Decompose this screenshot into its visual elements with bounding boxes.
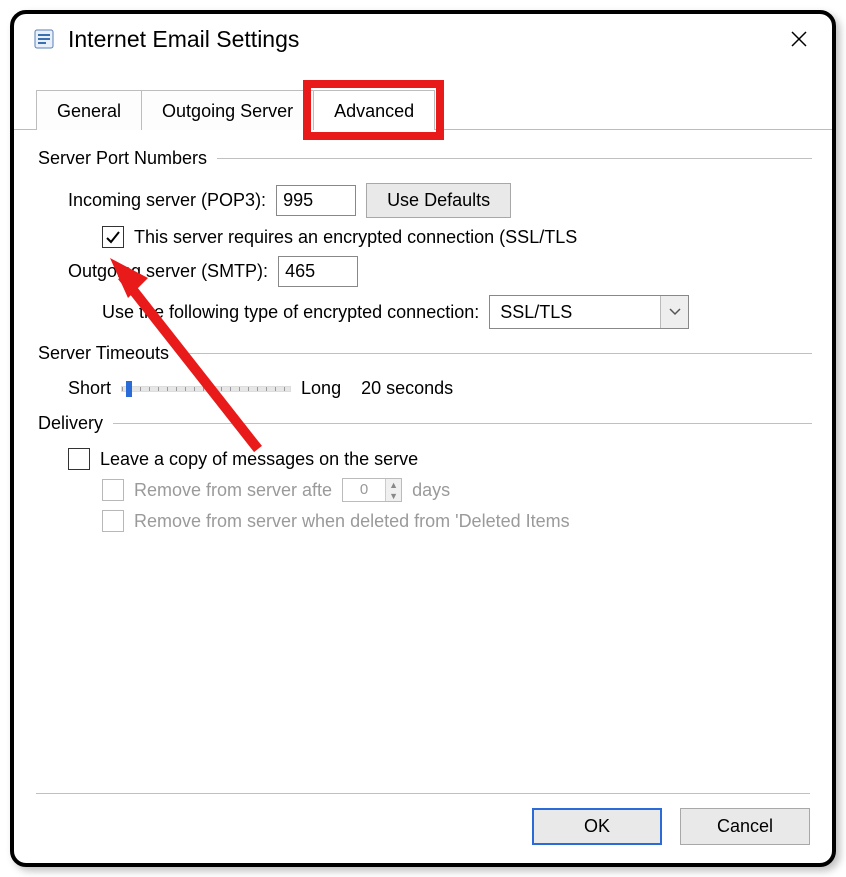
remove-deleted-checkbox xyxy=(102,510,124,532)
timeout-long-label: Long xyxy=(301,378,341,399)
ssl-checkbox[interactable] xyxy=(102,226,124,248)
section-delivery: Delivery Leave a copy of messages on the… xyxy=(38,413,812,536)
tab-general[interactable]: General xyxy=(36,90,142,130)
section-server-timeouts: Server Timeouts Short Long 20 seconds xyxy=(38,343,812,403)
days-label: days xyxy=(412,480,450,501)
tab-outgoing-server[interactable]: Outgoing Server xyxy=(141,90,314,130)
spinner-down-icon: ▼ xyxy=(385,490,401,501)
dialog-footer: OK Cancel xyxy=(36,793,810,845)
window-title: Internet Email Settings xyxy=(68,26,299,53)
section-rule xyxy=(179,353,812,354)
chevron-down-icon xyxy=(660,296,688,328)
dialog-frame: Internet Email Settings General Outgoing… xyxy=(10,10,836,867)
timeout-value: 20 seconds xyxy=(361,378,453,399)
section-title-ports: Server Port Numbers xyxy=(38,148,207,169)
section-title-timeouts: Server Timeouts xyxy=(38,343,169,364)
section-server-port-numbers: Server Port Numbers Incoming server (POP… xyxy=(38,148,812,333)
leave-copy-checkbox[interactable] xyxy=(68,448,90,470)
outgoing-port-input[interactable] xyxy=(278,256,358,287)
remove-after-checkbox xyxy=(102,479,124,501)
leave-copy-label: Leave a copy of messages on the serve xyxy=(100,449,418,470)
encryption-type-dropdown[interactable]: SSL/TLS xyxy=(489,295,689,329)
section-rule xyxy=(217,158,812,159)
timeout-short-label: Short xyxy=(68,378,111,399)
remove-deleted-label: Remove from server when deleted from 'De… xyxy=(134,511,570,532)
incoming-port-input[interactable] xyxy=(276,185,356,216)
app-icon xyxy=(32,27,56,51)
incoming-server-label: Incoming server (POP3): xyxy=(68,190,266,211)
remove-after-days-value: 0 xyxy=(343,479,385,501)
section-rule xyxy=(113,423,812,424)
cancel-button[interactable]: Cancel xyxy=(680,808,810,845)
ok-button[interactable]: OK xyxy=(532,808,662,845)
remove-after-label: Remove from server afte xyxy=(134,480,332,501)
ssl-checkbox-label: This server requires an encrypted connec… xyxy=(134,227,577,248)
slider-thumb[interactable] xyxy=(126,381,132,397)
timeout-slider[interactable] xyxy=(121,386,291,392)
tab-advanced[interactable]: Advanced xyxy=(313,90,435,130)
close-button[interactable] xyxy=(780,24,818,54)
encryption-type-label: Use the following type of encrypted conn… xyxy=(102,302,479,323)
title-bar: Internet Email Settings xyxy=(14,14,832,60)
remove-after-days-spinner: 0 ▲ ▼ xyxy=(342,478,402,502)
section-title-delivery: Delivery xyxy=(38,413,103,434)
spinner-up-icon: ▲ xyxy=(385,479,401,490)
outgoing-server-label: Outgoing server (SMTP): xyxy=(68,261,268,282)
tab-panel-advanced: Server Port Numbers Incoming server (POP… xyxy=(14,129,832,536)
use-defaults-button[interactable]: Use Defaults xyxy=(366,183,511,218)
encryption-type-value: SSL/TLS xyxy=(490,302,660,323)
tab-bar: General Outgoing Server Advanced xyxy=(36,90,832,130)
